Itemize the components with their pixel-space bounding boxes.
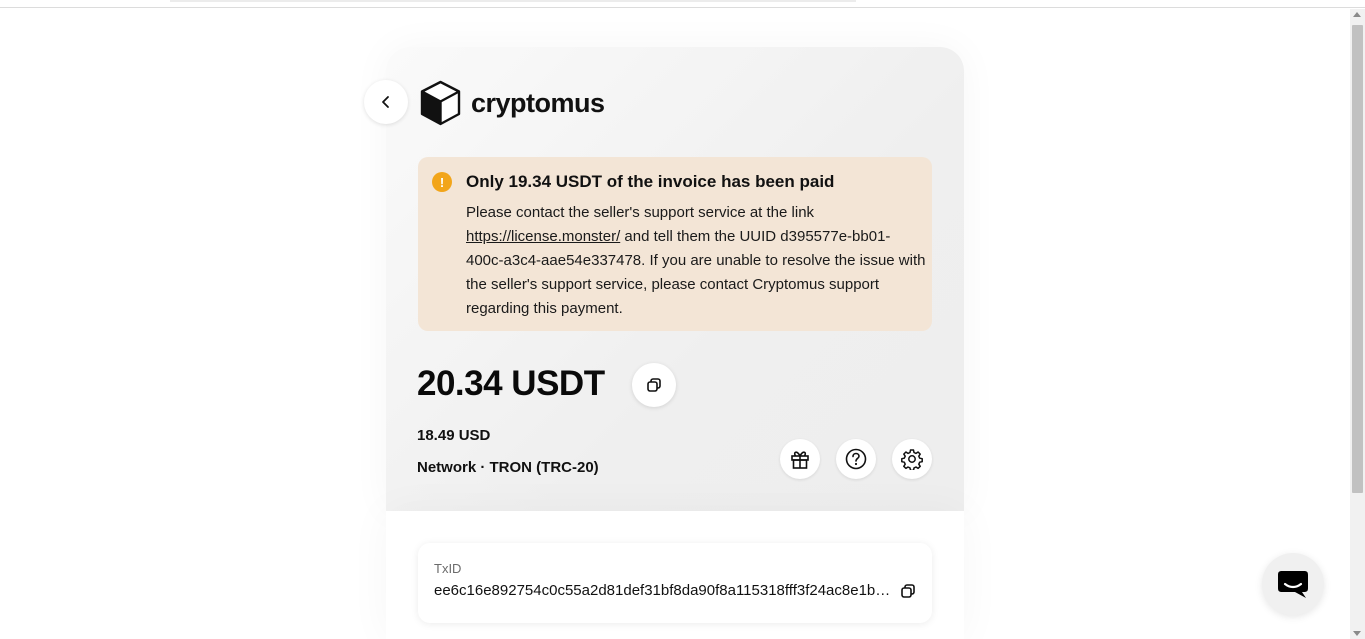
payment-amount: 20.34 USDT — [417, 364, 605, 403]
chevron-left-icon — [382, 96, 389, 108]
txid-value[interactable]: ee6c16e892754c0c55a2d81def31bf8da90f8a11… — [434, 582, 896, 599]
seller-support-link[interactable]: https://license.monster/ — [466, 228, 620, 245]
copy-icon — [901, 584, 915, 598]
brand-name: cryptomus — [471, 87, 605, 118]
alert-title: Only 19.34 USDT of the invoice has been … — [466, 172, 835, 191]
copy-amount-button[interactable] — [632, 363, 676, 407]
browser-top-bar — [0, 0, 1365, 8]
copy-icon — [647, 378, 661, 392]
fiat-amount: 18.49 USD — [417, 427, 491, 444]
partial-payment-alert: ! Only 19.34 USDT of the invoice has bee… — [418, 157, 932, 331]
page-scrollbar[interactable] — [1350, 9, 1365, 639]
warning-icon: ! — [432, 172, 452, 192]
copy-txid-button[interactable] — [898, 581, 918, 601]
scroll-up-arrow[interactable] — [1353, 12, 1361, 17]
help-button[interactable] — [836, 439, 876, 479]
txid-label: TxID — [434, 561, 462, 576]
help-icon — [845, 448, 867, 470]
scroll-down-arrow[interactable] — [1353, 631, 1361, 636]
cryptomus-logo: cryptomus — [420, 80, 605, 126]
settings-button[interactable] — [892, 439, 932, 479]
chat-button[interactable] — [1262, 553, 1324, 615]
alert-body-prefix: Please contact the seller's support serv… — [466, 204, 815, 221]
gift-button[interactable] — [780, 439, 820, 479]
back-button[interactable] — [364, 80, 408, 124]
chat-icon — [1278, 571, 1308, 598]
gear-icon — [901, 449, 923, 470]
alert-body: Please contact the seller's support serv… — [466, 201, 926, 321]
scrollbar-thumb[interactable] — [1352, 25, 1363, 493]
network-label: Network · TRON (TRC-20) — [417, 459, 599, 476]
cube-logo-icon — [420, 80, 461, 126]
gift-icon — [791, 451, 809, 469]
transaction-id-box: TxID ee6c16e892754c0c55a2d81def31bf8da90… — [418, 543, 932, 623]
